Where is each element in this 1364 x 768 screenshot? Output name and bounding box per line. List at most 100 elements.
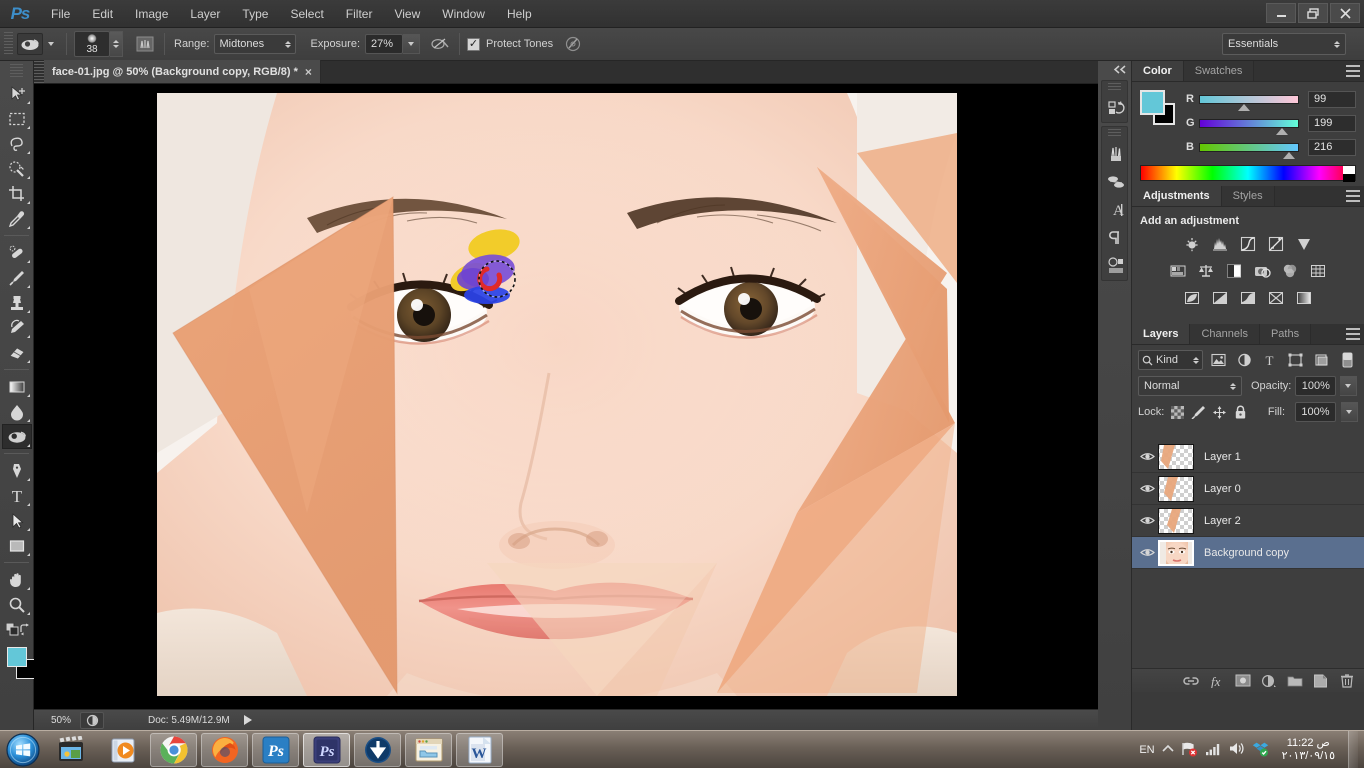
3d-icon[interactable] <box>1103 252 1129 280</box>
delete-layer-icon[interactable] <box>1338 672 1355 689</box>
menu-image[interactable]: Image <box>124 0 179 28</box>
layer-filter-kind-select[interactable]: Kind <box>1138 350 1204 370</box>
tool-preset-dropdown[interactable] <box>43 42 59 46</box>
panel-tab-swatches[interactable]: Swatches <box>1183 61 1255 81</box>
invert-icon[interactable] <box>1181 287 1204 308</box>
menu-view[interactable]: View <box>383 0 431 28</box>
tool-pen[interactable] <box>2 458 32 483</box>
media-player-icon[interactable] <box>99 733 146 767</box>
filter-adjustment-icon[interactable] <box>1233 350 1255 370</box>
clock[interactable]: 11:22 ص ٢٠١٣/٠٩/١٥ <box>1276 737 1341 763</box>
menu-select[interactable]: Select <box>279 0 334 28</box>
blend-mode-select[interactable]: Normal <box>1138 376 1242 396</box>
tool-dodge-burn[interactable] <box>2 424 32 449</box>
document-preview-icon[interactable] <box>80 711 104 729</box>
new-group-icon[interactable] <box>1286 672 1303 689</box>
tool-blur[interactable] <box>2 399 32 424</box>
hue-saturation-icon[interactable] <box>1167 260 1190 281</box>
panel-tab-channels[interactable]: Channels <box>1190 324 1260 344</box>
color-lookup-icon[interactable] <box>1307 260 1330 281</box>
internet-download-manager-icon[interactable] <box>354 732 401 767</box>
windows-start-orb-icon[interactable] <box>0 732 46 768</box>
swap-colors-icon[interactable] <box>19 623 32 639</box>
opacity-value[interactable]: 100% <box>1295 376 1337 396</box>
channel-value[interactable]: 99 <box>1308 90 1356 108</box>
document-tab[interactable]: face-01.jpg @ 50% (Background copy, RGB/… <box>44 60 321 83</box>
brush-presets-icon[interactable] <box>1103 140 1129 168</box>
collapse-panels-icon[interactable] <box>1098 61 1131 77</box>
filter-smart-icon[interactable] <box>1310 350 1332 370</box>
layer-thumbnail[interactable] <box>1158 539 1194 566</box>
filter-shape-icon[interactable] <box>1285 350 1307 370</box>
black-white-icon[interactable] <box>1223 260 1246 281</box>
menu-file[interactable]: File <box>40 0 81 28</box>
zoom-level[interactable]: 50% <box>34 715 80 726</box>
layer-thumbnail[interactable] <box>1158 443 1194 470</box>
protect-tones-checkbox[interactable]: ✓ Protect Tones <box>467 37 553 51</box>
vibrance-icon[interactable] <box>1293 233 1316 254</box>
layer-row[interactable]: Background copy <box>1132 537 1364 569</box>
selective-color-icon[interactable] <box>1265 287 1288 308</box>
opacity-dropdown-button[interactable] <box>1340 376 1358 396</box>
tool-lasso[interactable] <box>2 131 32 156</box>
panel-tab-styles[interactable]: Styles <box>1221 186 1275 206</box>
layer-thumbnail[interactable] <box>1158 475 1194 502</box>
layer-style-icon[interactable]: fx <box>1208 672 1225 689</box>
slider-thumb[interactable] <box>1283 151 1295 159</box>
tool-quick-selection[interactable] <box>2 156 32 181</box>
levels-icon[interactable] <box>1209 233 1232 254</box>
dock-group-grip[interactable] <box>1108 83 1121 92</box>
layer-thumbnail[interactable] <box>1158 507 1194 534</box>
fill-value[interactable]: 100% <box>1295 402 1336 422</box>
photoshop-cs6-icon[interactable]: Ps <box>252 732 299 767</box>
slider-thumb[interactable] <box>1237 103 1250 111</box>
tool-gradient[interactable] <box>2 374 32 399</box>
exposure-dropdown-button[interactable] <box>403 34 421 54</box>
action-center-flag-icon[interactable] <box>1181 741 1198 760</box>
firefox-icon[interactable] <box>201 732 248 767</box>
menu-type[interactable]: Type <box>231 0 279 28</box>
language-indicator[interactable]: EN <box>1139 744 1154 756</box>
layer-visibility-eye-icon[interactable] <box>1136 537 1158 569</box>
panel-tab-paths[interactable]: Paths <box>1259 324 1312 344</box>
tool-spot-healing-brush[interactable] <box>2 240 32 265</box>
volume-icon[interactable] <box>1228 741 1245 759</box>
panel-menu-icon[interactable] <box>1346 328 1360 340</box>
brush-size-stepper[interactable] <box>110 31 123 57</box>
range-select[interactable]: Midtones <box>214 34 297 54</box>
channel-mixer-icon[interactable] <box>1279 260 1302 281</box>
layer-visibility-eye-icon[interactable] <box>1136 505 1158 537</box>
close-icon[interactable]: × <box>305 66 312 78</box>
tool-clone-stamp[interactable] <box>2 290 32 315</box>
panel-menu-icon[interactable] <box>1346 190 1360 202</box>
dropbox-icon[interactable] <box>1252 741 1269 760</box>
channel-value[interactable]: 216 <box>1308 138 1356 156</box>
brush-size-picker[interactable]: 38 <box>74 31 123 57</box>
lock-all-icon[interactable] <box>1232 404 1248 420</box>
paragraph-icon[interactable] <box>1103 224 1129 252</box>
layer-row[interactable]: Layer 0 <box>1132 473 1364 505</box>
word-icon[interactable]: W <box>456 732 503 767</box>
options-bar-grip[interactable] <box>4 32 13 56</box>
channel-slider[interactable] <box>1198 142 1300 159</box>
color-swatches[interactable] <box>0 645 36 687</box>
minimize-button[interactable] <box>1266 3 1296 23</box>
exposure-control[interactable]: 27% <box>365 34 421 54</box>
lock-image-pixels-icon[interactable] <box>1190 404 1206 420</box>
airbrush-icon[interactable] <box>428 32 452 56</box>
panel-tab-color[interactable]: Color <box>1132 61 1184 81</box>
filter-toggle-icon[interactable] <box>1336 350 1358 370</box>
close-button[interactable] <box>1330 3 1360 23</box>
filter-type-icon[interactable]: T <box>1259 350 1281 370</box>
panel-tab-adjustments[interactable]: Adjustments <box>1132 186 1222 206</box>
foreground-color-swatch[interactable] <box>1140 90 1165 115</box>
clone-source-icon[interactable] <box>1103 168 1129 196</box>
color-spectrum-bar[interactable] <box>1140 165 1356 182</box>
channel-slider[interactable] <box>1198 118 1300 135</box>
tool-brush[interactable] <box>2 265 32 290</box>
lock-position-icon[interactable] <box>1211 404 1227 420</box>
history-icon[interactable] <box>1103 94 1129 122</box>
layer-row[interactable]: Layer 1 <box>1132 441 1364 473</box>
white-black-swatch[interactable] <box>1343 166 1355 182</box>
menu-layer[interactable]: Layer <box>179 0 231 28</box>
